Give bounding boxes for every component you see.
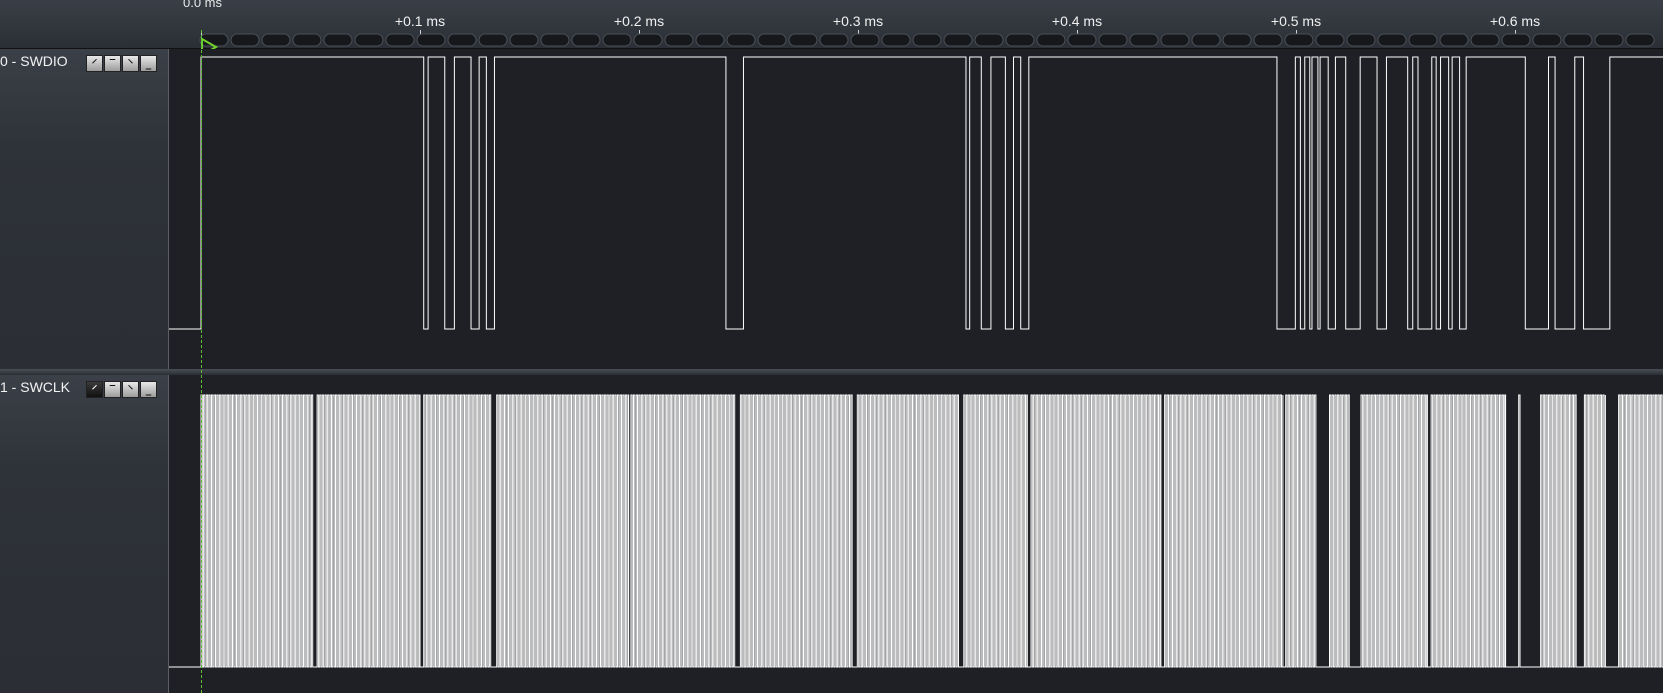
tick-label: +0.4 ms [1051,13,1103,29]
channel-header-swdio[interactable]: 0 - SWDIO ⸍ ‾ ⸌ _ [0,49,169,370]
trigger-controls: ⸍ ‾ ⸌ _ [86,381,157,398]
bit-cell[interactable] [1191,33,1221,47]
bit-cell[interactable] [1160,33,1190,47]
bit-cell[interactable] [1222,33,1252,47]
tick-label: +0.1 ms [394,13,446,29]
bit-cell[interactable] [1067,33,1097,47]
channel-name: 1 - SWCLK [0,379,71,395]
swdio-trace [169,56,1663,330]
swdio-waveform [169,56,1663,330]
bit-cell[interactable] [509,33,539,47]
bit-cell[interactable] [1625,33,1655,47]
bit-cell[interactable] [385,33,415,47]
falling-edge-icon[interactable]: ⸌ [122,381,139,398]
bit-cell[interactable] [261,33,291,47]
bit-cell[interactable] [1005,33,1035,47]
tick-label: +0.2 ms [613,13,665,29]
trigger-cursor-line [201,30,202,693]
falling-edge-icon[interactable]: ⸌ [122,55,139,72]
bit-cell[interactable] [1098,33,1128,47]
bit-cell[interactable] [1594,33,1624,47]
bit-cell[interactable] [1377,33,1407,47]
bit-cell[interactable] [1036,33,1066,47]
bit-cell[interactable] [943,33,973,47]
bit-cell[interactable] [416,33,446,47]
rising-edge-icon[interactable]: ⸍ [86,55,103,72]
tick-label: +0.6 ms [1489,13,1541,29]
bit-cell[interactable] [1129,33,1159,47]
swclk-waveform [169,394,1663,668]
low-level-icon[interactable]: _ [140,55,157,72]
bit-cell[interactable] [974,33,1004,47]
bit-cell[interactable] [1439,33,1469,47]
channel-header-swclk[interactable]: 1 - SWCLK ⸍ ‾ ⸌ _ [0,375,169,693]
bit-cell[interactable] [540,33,570,47]
tick-label: +0.5 ms [1270,13,1322,29]
bit-cell[interactable] [602,33,632,47]
bit-cell[interactable] [1532,33,1562,47]
bit-cell[interactable] [788,33,818,47]
bit-cell[interactable] [292,33,322,47]
bit-cell[interactable] [447,33,477,47]
time-origin-label: 0.0 ms [183,0,223,10]
rising-edge-icon[interactable]: ⸍ [86,381,103,398]
bit-cell[interactable] [664,33,694,47]
bit-cell[interactable] [354,33,384,47]
trace-area-swclk[interactable] [169,375,1663,693]
trace-area-swdio[interactable] [169,49,1663,370]
bit-cell[interactable] [1253,33,1283,47]
bit-cell[interactable] [757,33,787,47]
high-level-icon[interactable]: ‾ [104,55,121,72]
bit-cell[interactable] [695,33,725,47]
bit-cell[interactable] [1501,33,1531,47]
tick-label: +0.3 ms [832,13,884,29]
trigger-controls: ⸍ ‾ ⸌ _ [86,55,157,72]
bit-cell[interactable] [571,33,601,47]
channel-name: 0 - SWDIO [0,53,68,69]
bit-cell[interactable] [1346,33,1376,47]
bit-cell[interactable] [1408,33,1438,47]
bit-cell[interactable] [726,33,756,47]
bit-cell[interactable] [323,33,353,47]
bit-cell[interactable] [1315,33,1345,47]
low-level-icon[interactable]: _ [140,381,157,398]
bit-cell[interactable] [819,33,849,47]
swclk-trace [169,394,1663,668]
decoded-bit-strip[interactable] [199,33,1663,47]
bit-cell[interactable] [478,33,508,47]
bit-cell[interactable] [1284,33,1314,47]
bit-cell[interactable] [633,33,663,47]
high-level-icon[interactable]: ‾ [104,381,121,398]
time-ruler[interactable]: 0.0 ms +0.1 ms +0.2 ms +0.3 ms +0.4 ms +… [0,0,1663,57]
bit-cell[interactable] [1563,33,1593,47]
bit-cell[interactable] [850,33,880,47]
bit-cell[interactable] [1470,33,1500,47]
bit-cell[interactable] [912,33,942,47]
bit-cell[interactable] [230,33,260,47]
bit-cell[interactable] [881,33,911,47]
